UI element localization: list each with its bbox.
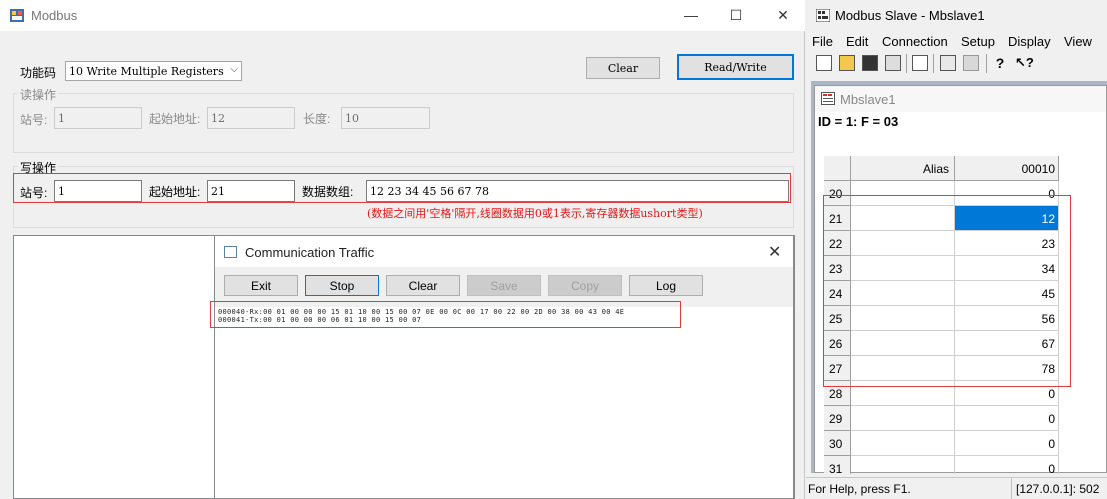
traffic-title: Communication Traffic (245, 245, 375, 260)
window-icon (224, 246, 237, 258)
menu-setup[interactable]: Setup (961, 34, 995, 49)
close-icon[interactable]: ✕ (768, 242, 781, 262)
communication-traffic-window: Communication Traffic ✕ Exit Stop Clear … (210, 235, 794, 499)
read-write-button[interactable]: Read/Write (677, 54, 794, 80)
menu-file[interactable]: File (812, 34, 833, 49)
alias-cell[interactable] (851, 406, 955, 431)
status-bar: For Help, press F1. [127.0.0.1]: 502 (806, 477, 1107, 499)
toolbar-separator (986, 54, 987, 73)
mbslave1-child-window: Mbslave1 ID = 1: F = 03 Alias 00010 20 0 2… (814, 85, 1107, 474)
register-value-cell[interactable]: 0 (955, 456, 1059, 474)
menu-display[interactable]: Display (1008, 34, 1051, 49)
read-length-label: 长度: (303, 112, 331, 126)
write-station-field[interactable]: 1 (54, 180, 142, 202)
window-icon[interactable] (912, 55, 928, 71)
function-code-select[interactable]: 10 Write Multiple Registers ⌵ (65, 61, 242, 81)
write-start-field[interactable]: 21 (207, 180, 295, 202)
connect-icon[interactable] (940, 55, 956, 71)
write-station-label: 站号: (20, 186, 48, 200)
status-help-text: For Help, press F1. (808, 482, 911, 496)
mdi-area: Mbslave1 ID = 1: F = 03 Alias 00010 20 0 2… (811, 81, 1107, 474)
menu-edit[interactable]: Edit (846, 34, 868, 49)
row-address: 30 (824, 431, 851, 456)
id-function-line: ID = 1: F = 03 (818, 114, 899, 129)
row-address: 29 (824, 406, 851, 431)
context-help-icon[interactable]: ↖? (1015, 55, 1034, 71)
exit-button[interactable]: Exit (224, 275, 298, 296)
write-data-field[interactable]: 12 23 34 45 56 67 78 (366, 180, 789, 202)
copy-button[interactable]: Copy (548, 275, 622, 296)
read-group-title: 读操作 (18, 86, 59, 103)
save-button[interactable]: Save (467, 275, 541, 296)
write-hint-text: (数据之间用'空格'隔开,线圈数据用0或1表示,寄存器数据ushort类型) (367, 207, 703, 220)
log-line-tx: 000041-Tx:00 01 00 00 00 06 01 10 00 15 … (218, 316, 422, 324)
app-icon (10, 9, 24, 22)
read-start-label: 起始地址: (149, 112, 201, 126)
stop-button[interactable]: Stop (305, 275, 379, 296)
status-connection: [127.0.0.1]: 502 (1016, 482, 1100, 496)
column-header: 00010 (955, 156, 1059, 181)
log-line-rx: 000040-Rx:00 01 00 00 00 15 01 10 00 15 … (218, 308, 625, 316)
row-address: 31 (824, 456, 851, 474)
child-title: Mbslave1 (840, 92, 896, 107)
clear-button[interactable]: Clear (586, 57, 660, 79)
open-icon[interactable] (839, 55, 855, 71)
print-icon[interactable] (885, 55, 901, 71)
save-icon[interactable] (862, 55, 878, 71)
read-start-field[interactable]: 12 (207, 107, 295, 129)
chevron-down-icon: ⌵ (230, 64, 238, 75)
doc-icon (821, 92, 835, 105)
window-title: Modbus (31, 8, 78, 23)
write-data-label: 数据数组: (302, 185, 354, 199)
toolbar-separator (933, 54, 934, 73)
menu-view[interactable]: View (1064, 34, 1092, 49)
register-value-cell[interactable]: 0 (955, 431, 1059, 456)
child-title-bar: Mbslave1 (815, 86, 1106, 112)
alias-cell[interactable] (851, 456, 955, 474)
alias-header: Alias (851, 156, 955, 181)
modbus-slave-window: Modbus Slave - Mbslave1 File Edit Connec… (806, 0, 1107, 499)
close-icon[interactable]: ✕ (771, 5, 795, 25)
menu-connection[interactable]: Connection (882, 34, 948, 49)
minimize-icon[interactable]: — (679, 5, 703, 25)
title-bar: Modbus — ☐ ✕ (0, 0, 805, 31)
slave-window-title: Modbus Slave - Mbslave1 (835, 8, 985, 23)
alias-cell[interactable] (851, 431, 955, 456)
read-station-label: 站号: (20, 113, 48, 127)
read-length-field[interactable]: 10 (341, 107, 430, 129)
grid-corner (824, 156, 851, 181)
grid-highlight-box (823, 195, 1071, 387)
disconnect-icon[interactable] (963, 55, 979, 71)
toolbar-separator (906, 54, 907, 73)
maximize-icon[interactable]: ☐ (724, 5, 748, 25)
status-divider (1011, 478, 1012, 499)
log-button[interactable]: Log (629, 275, 703, 296)
function-code-label: 功能码 (20, 66, 57, 80)
write-start-label: 起始地址: (149, 185, 201, 199)
function-code-value: 10 Write Multiple Registers (69, 65, 224, 78)
traffic-clear-button[interactable]: Clear (386, 275, 460, 296)
register-value-cell[interactable]: 0 (955, 406, 1059, 431)
help-icon[interactable]: ? (992, 55, 1008, 71)
new-icon[interactable] (816, 55, 832, 71)
read-station-field[interactable]: 1 (54, 107, 142, 129)
app-icon (816, 9, 830, 22)
